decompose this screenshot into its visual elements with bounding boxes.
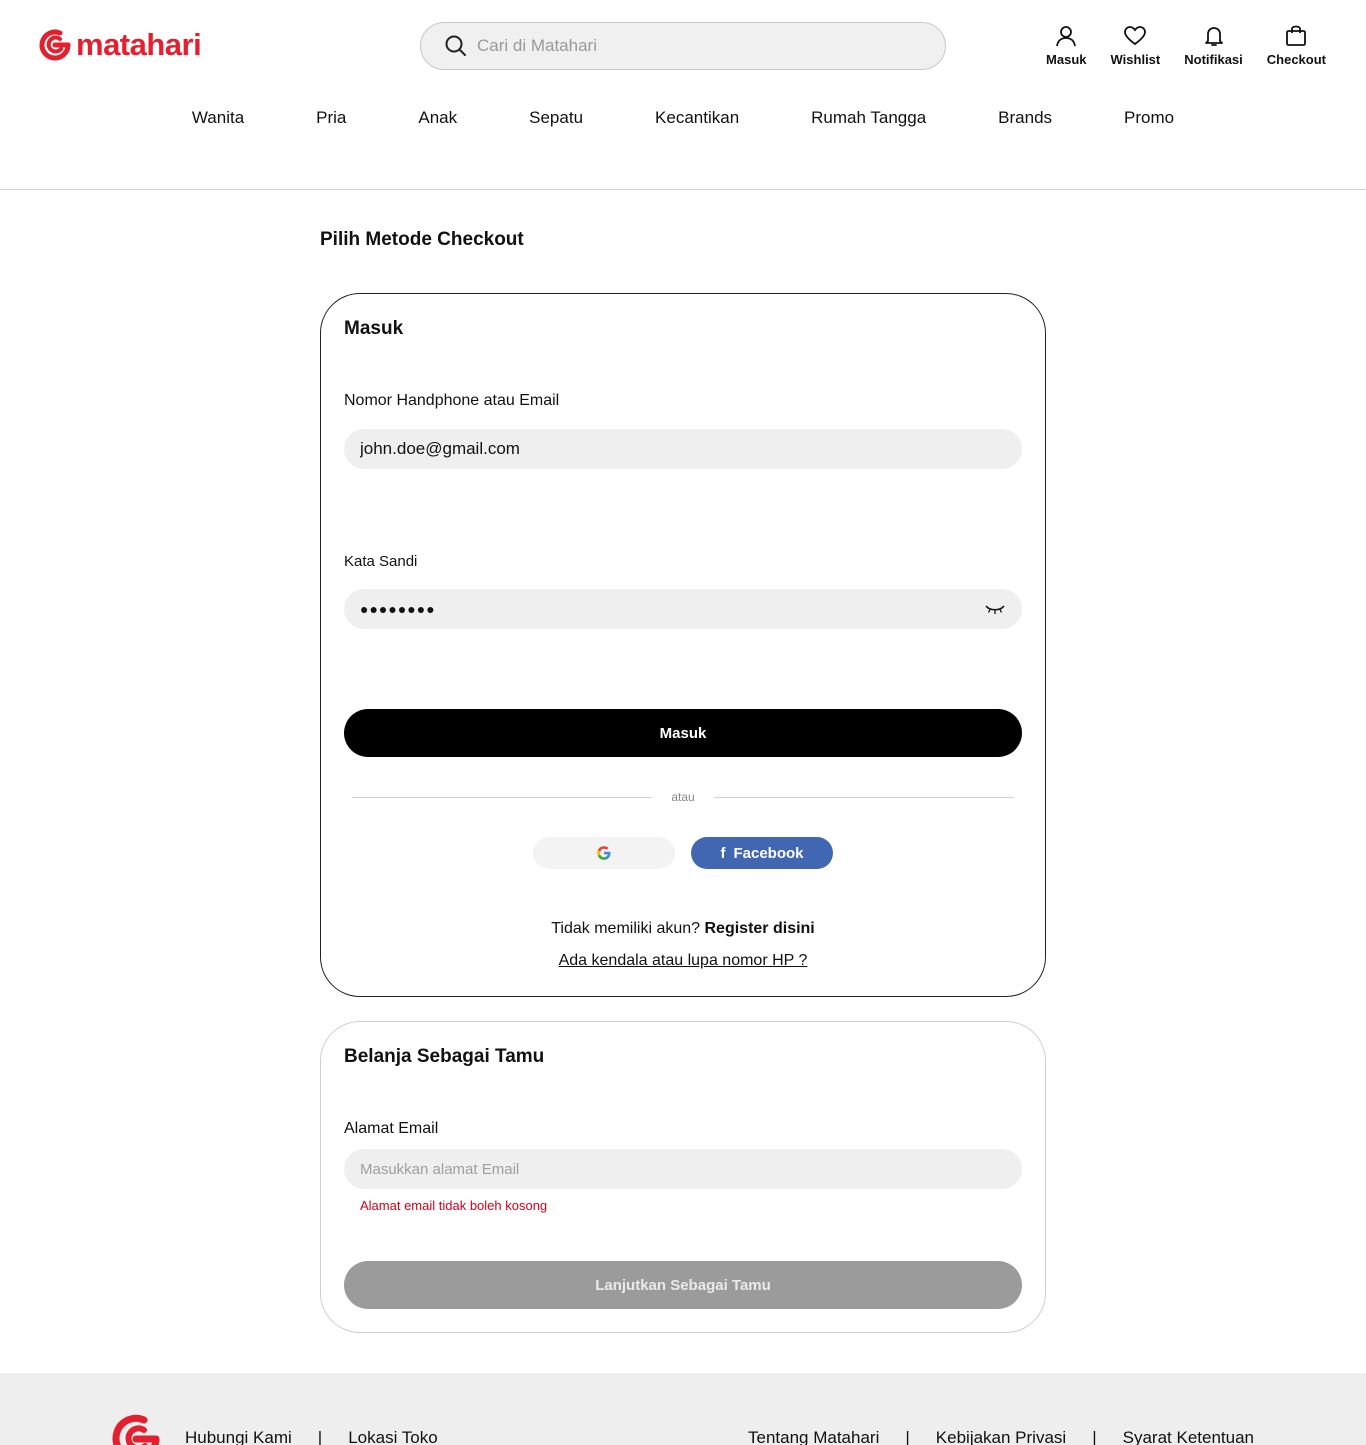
header-wishlist-button[interactable]: Wishlist (1110, 24, 1161, 67)
footer-link-store-location[interactable]: Lokasi Toko (348, 1428, 437, 1445)
or-divider: atau (352, 790, 1014, 804)
matahari-logo-icon (39, 29, 71, 61)
search-input[interactable] (477, 36, 897, 56)
login-id-field[interactable] (344, 429, 1022, 469)
bag-icon (1286, 25, 1307, 46)
nav-item-pria[interactable]: Pria (280, 108, 382, 128)
header-login-button[interactable]: Masuk (1046, 24, 1087, 67)
matahari-logo[interactable]: matahari (38, 27, 202, 62)
guest-email-field[interactable] (344, 1149, 1022, 1189)
footer-separator: | (905, 1428, 910, 1445)
header-wishlist-label: Wishlist (1110, 52, 1161, 67)
header-notification-button[interactable]: Notifikasi (1184, 24, 1243, 67)
footer-logo-icon (112, 1414, 160, 1445)
google-login-button[interactable] (533, 837, 675, 869)
guest-email-label: Alamat Email (344, 1120, 439, 1137)
nav-item-wanita[interactable]: Wanita (156, 108, 280, 128)
header-login-label: Masuk (1046, 52, 1087, 67)
footer-link-privacy[interactable]: Kebijakan Privasi (936, 1428, 1066, 1445)
bell-icon (1204, 27, 1223, 46)
site-footer: Hubungi Kami | Lokasi Toko Tentang Matah… (0, 1373, 1366, 1445)
user-icon (1056, 26, 1077, 47)
search-icon (445, 35, 466, 56)
category-nav: Wanita Pria Anak Sepatu Kecantikan Rumah… (0, 108, 1366, 128)
footer-left-links: Hubungi Kami | Lokasi Toko (185, 1428, 438, 1445)
facebook-login-button[interactable]: f Facebook (691, 837, 833, 869)
footer-separator: | (317, 1428, 323, 1445)
login-card: Masuk Nomor Handphone atau Email Kata Sa… (320, 293, 1046, 997)
guest-checkout-card: Belanja Sebagai Tamu Alamat Email Alamat… (320, 1021, 1046, 1333)
login-id-input[interactable] (360, 439, 1006, 459)
password-value[interactable]: ●●●●●●●● (360, 601, 984, 617)
header-checkout-button[interactable]: Checkout (1267, 24, 1326, 67)
site-header: matahari Masuk Wishlist Not (0, 0, 1366, 190)
eye-closed-icon[interactable] (984, 602, 1006, 616)
nav-item-sepatu[interactable]: Sepatu (493, 108, 619, 128)
google-icon (597, 846, 611, 860)
register-prompt: Tidak memiliki akun? Register disini (321, 920, 1045, 938)
login-submit-button[interactable]: Masuk (344, 709, 1022, 757)
footer-right-links: Tentang Matahari | Kebijakan Privasi | S… (748, 1428, 1254, 1445)
help-link[interactable]: Ada kendala atau lupa nomor HP ? (321, 952, 1045, 970)
continue-as-guest-button[interactable]: Lanjutkan Sebagai Tamu (344, 1261, 1022, 1309)
facebook-label: Facebook (733, 844, 804, 862)
header-checkout-label: Checkout (1266, 52, 1326, 67)
divider-line-right (714, 797, 1014, 798)
register-link[interactable]: Register disini (705, 920, 815, 937)
login-id-label: Nomor Handphone atau Email (344, 392, 560, 409)
nav-item-anak[interactable]: Anak (382, 108, 493, 128)
guest-card-title: Belanja Sebagai Tamu (344, 1046, 545, 1067)
header-actions: Masuk Wishlist Notifikasi Checkout (1046, 24, 1326, 67)
no-account-text: Tidak memiliki akun? (551, 920, 701, 937)
guest-email-error: Alamat email tidak boleh kosong (360, 1198, 548, 1213)
login-card-title: Masuk (344, 318, 404, 339)
heart-icon (1124, 26, 1147, 46)
nav-item-kecantikan[interactable]: Kecantikan (619, 108, 775, 128)
social-login: f Facebook (533, 837, 833, 869)
nav-item-brands[interactable]: Brands (962, 108, 1088, 128)
nav-item-promo[interactable]: Promo (1088, 108, 1210, 128)
logo-text: matahari (76, 27, 202, 62)
header-notification-label: Notifikasi (1184, 52, 1243, 67)
facebook-icon: f (720, 844, 726, 862)
nav-item-rumah-tangga[interactable]: Rumah Tangga (775, 108, 962, 128)
footer-link-about[interactable]: Tentang Matahari (748, 1428, 879, 1445)
search-bar[interactable] (420, 22, 946, 70)
password-label: Kata Sandi (344, 553, 418, 570)
footer-link-contact[interactable]: Hubungi Kami (185, 1428, 292, 1445)
footer-link-terms[interactable]: Syarat Ketentuan (1123, 1428, 1254, 1445)
password-field[interactable]: ●●●●●●●● (344, 589, 1022, 629)
footer-separator: | (1092, 1428, 1097, 1445)
guest-email-input[interactable] (360, 1159, 1006, 1179)
page-title: Pilih Metode Checkout (320, 229, 524, 250)
